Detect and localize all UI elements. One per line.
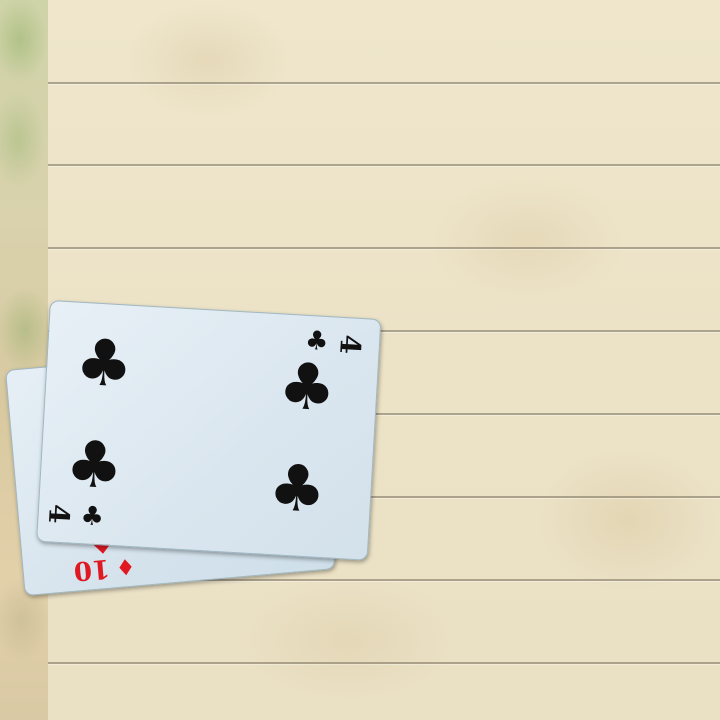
row-divider (48, 164, 720, 166)
club-icon: ♣ (266, 450, 328, 529)
diamond-icon: ♦ (114, 552, 137, 580)
club-icon: ♣ (276, 349, 338, 427)
card-rank: 10 (72, 552, 112, 586)
game-table: ♦ ♦ ♦ 10 ♣ ♣ ♣ ♣ 4 ♣ 4 ♣ (0, 0, 720, 720)
card-four-of-clubs[interactable]: ♣ ♣ ♣ ♣ 4 ♣ 4 ♣ (36, 300, 382, 561)
club-icon: ♣ (73, 325, 135, 403)
row-divider (48, 82, 720, 84)
row-divider (48, 247, 720, 249)
club-icon: ♣ (304, 325, 330, 358)
club-icon: ♣ (79, 501, 105, 533)
card-rank: 4 (333, 333, 368, 356)
club-icon: ♣ (63, 427, 125, 505)
row-divider (48, 662, 720, 664)
table-edge (0, 0, 48, 720)
card-rank: 4 (41, 503, 76, 525)
